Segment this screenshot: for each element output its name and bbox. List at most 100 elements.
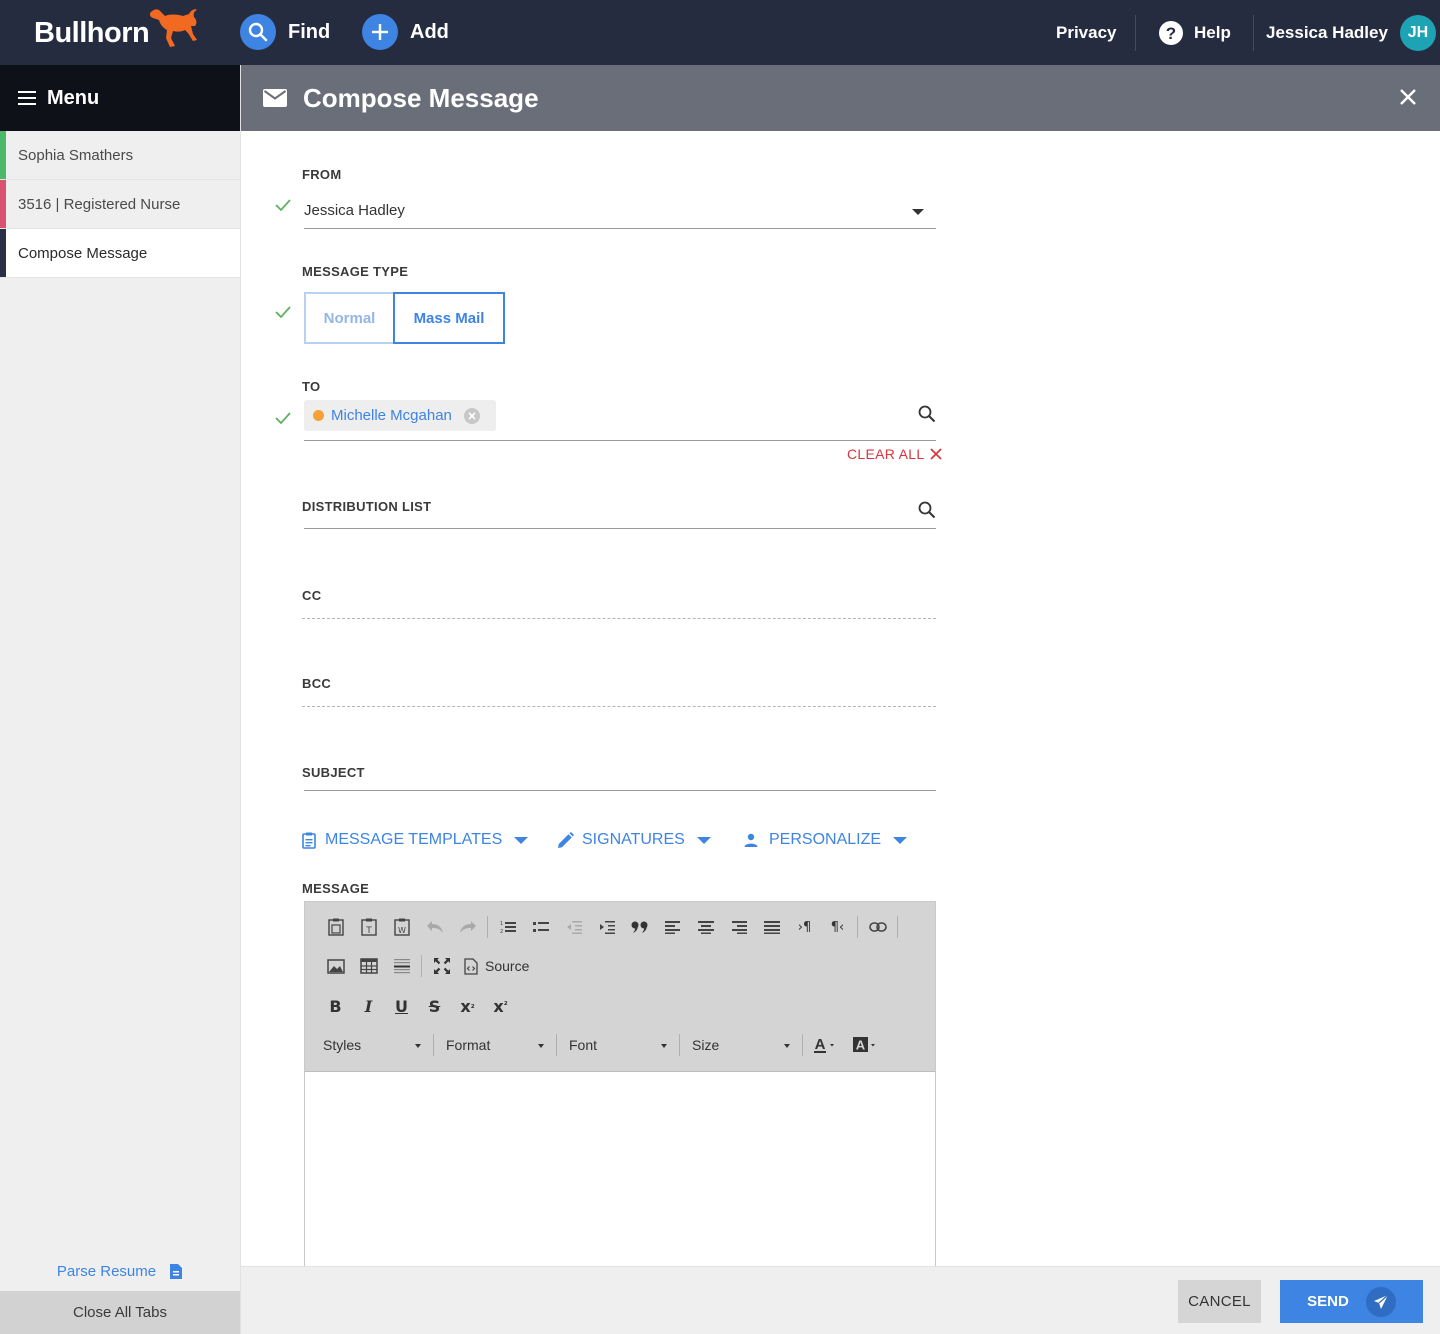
close-all-tabs-button[interactable]: Close All Tabs — [0, 1291, 240, 1334]
text-direction-rtl-icon[interactable]: ¶‹ — [821, 912, 854, 942]
paste-word-icon[interactable]: W — [385, 912, 418, 942]
redo-icon[interactable] — [451, 912, 484, 942]
message-body-editor[interactable] — [305, 1072, 935, 1267]
size-label: Size — [692, 1037, 720, 1053]
distribution-list-label: DISTRIBUTION LIST — [302, 499, 432, 514]
format-combo[interactable]: Format — [437, 1030, 553, 1060]
paste-text-icon[interactable]: T — [352, 912, 385, 942]
horizontal-line-icon[interactable] — [385, 951, 418, 981]
text-color-icon: A — [814, 1036, 834, 1053]
chevron-down-icon — [696, 836, 711, 844]
background-color-button[interactable]: A — [846, 1030, 886, 1060]
table-icon[interactable] — [352, 951, 385, 981]
from-label: FROM — [302, 167, 342, 182]
bulleted-list-icon[interactable] — [524, 912, 557, 942]
message-type-mass-mail-button[interactable]: Mass Mail — [393, 292, 505, 344]
toolbar-row: Styles Format Font Size A A — [314, 1030, 886, 1060]
user-menu[interactable]: Jessica Hadley JH — [1266, 0, 1436, 65]
outdent-icon[interactable] — [557, 912, 590, 942]
close-icon — [1400, 89, 1416, 105]
cc-input[interactable] — [302, 618, 936, 619]
blockquote-icon[interactable] — [623, 912, 656, 942]
chevron-down-icon — [538, 1044, 544, 1048]
paper-plane-icon — [1365, 1286, 1396, 1317]
svg-text:?: ? — [1166, 24, 1176, 43]
toolbar-divider — [487, 916, 488, 938]
top-navigation-bar: Bullhorn Find Add Privacy ? Help Jessica… — [0, 0, 1440, 65]
sidebar-item-compose-message[interactable]: Compose Message — [0, 229, 240, 278]
parse-resume-link[interactable]: Parse Resume — [0, 1253, 240, 1289]
from-select-value[interactable]: Jessica Hadley — [304, 202, 405, 219]
find-button[interactable]: Find — [240, 14, 330, 50]
chevron-down-icon — [661, 1044, 667, 1048]
cancel-button[interactable]: CANCEL — [1178, 1280, 1261, 1323]
sidebar-item-candidate[interactable]: Sophia Smathers — [0, 131, 240, 180]
help-button[interactable]: ? Help — [1158, 0, 1231, 65]
bullhorn-logo[interactable]: Bullhorn — [34, 9, 201, 50]
font-combo[interactable]: Font — [560, 1030, 676, 1060]
remove-recipient-icon[interactable] — [463, 407, 480, 424]
recipient-name: Michelle Mcgahan — [331, 407, 452, 424]
size-combo[interactable]: Size — [683, 1030, 799, 1060]
align-left-icon[interactable] — [656, 912, 689, 942]
compose-form: FROM Jessica Hadley MESSAGE TYPE Normal … — [241, 131, 1440, 1267]
message-templates-dropdown[interactable]: MESSAGE TEMPLATES — [302, 831, 529, 849]
clear-all-button[interactable]: CLEAR ALL — [847, 446, 943, 462]
distribution-list-input[interactable] — [304, 528, 936, 529]
hamburger-icon — [18, 91, 36, 105]
bull-logo-icon — [150, 9, 198, 48]
logo-text: Bullhorn — [34, 16, 150, 49]
personalize-label: PERSONALIZE — [769, 831, 882, 848]
subject-input[interactable] — [304, 790, 936, 791]
align-justify-icon[interactable] — [755, 912, 788, 942]
image-icon[interactable] — [319, 951, 352, 981]
italic-icon[interactable]: I — [352, 991, 385, 1021]
link-icon[interactable] — [861, 912, 894, 942]
undo-icon[interactable] — [418, 912, 451, 942]
chevron-down-icon[interactable] — [912, 209, 924, 215]
signatures-dropdown[interactable]: SIGNATURES — [557, 831, 711, 849]
bcc-input[interactable] — [302, 706, 936, 707]
indent-icon[interactable] — [590, 912, 623, 942]
message-type-normal-button[interactable]: Normal — [304, 292, 393, 344]
search-icon[interactable] — [918, 405, 936, 423]
align-center-icon[interactable] — [689, 912, 722, 942]
font-label: Font — [569, 1037, 598, 1053]
paste-icon[interactable] — [319, 912, 352, 942]
numbered-list-icon[interactable]: 12 — [491, 912, 524, 942]
personalize-dropdown[interactable]: PERSONALIZE — [744, 831, 908, 849]
strikethrough-icon[interactable]: S — [418, 991, 451, 1021]
page-title: Compose Message — [303, 82, 539, 113]
send-button[interactable]: SEND — [1280, 1280, 1423, 1323]
search-icon[interactable] — [918, 501, 936, 519]
toolbar-divider — [857, 916, 858, 938]
add-button[interactable]: Add — [362, 14, 449, 50]
styles-combo[interactable]: Styles — [314, 1030, 430, 1060]
text-color-button[interactable]: A — [806, 1030, 846, 1060]
checkmark-icon — [275, 412, 291, 424]
svg-text:W: W — [398, 926, 406, 935]
to-label: TO — [302, 379, 321, 394]
menu-toggle[interactable]: Menu — [0, 65, 240, 131]
message-label: MESSAGE — [302, 881, 370, 896]
toolbar-row: B I U S x₂ x² — [319, 991, 517, 1021]
subscript-icon[interactable]: x₂ — [451, 991, 484, 1021]
align-right-icon[interactable] — [722, 912, 755, 942]
underline-icon[interactable]: U — [385, 991, 418, 1021]
svg-text:2: 2 — [500, 929, 503, 934]
recipient-chip[interactable]: Michelle Mcgahan — [304, 400, 496, 431]
sidebar-item-job[interactable]: 3516 | Registered Nurse — [0, 180, 240, 229]
sidebar-item-label: Compose Message — [18, 244, 148, 262]
text-direction-ltr-icon[interactable]: ›¶ — [788, 912, 821, 942]
superscript-icon[interactable]: x² — [484, 991, 517, 1021]
bold-icon[interactable]: B — [319, 991, 352, 1021]
svg-text:A: A — [815, 1036, 826, 1053]
message-type-label: MESSAGE TYPE — [302, 264, 409, 279]
close-button[interactable] — [1398, 87, 1418, 112]
menu-label: Menu — [47, 86, 100, 109]
source-button[interactable]: Source — [458, 957, 535, 975]
from-field-underline — [304, 228, 936, 229]
help-icon: ? — [1159, 20, 1183, 45]
privacy-link[interactable]: Privacy — [1056, 0, 1117, 65]
maximize-icon[interactable] — [425, 951, 458, 981]
